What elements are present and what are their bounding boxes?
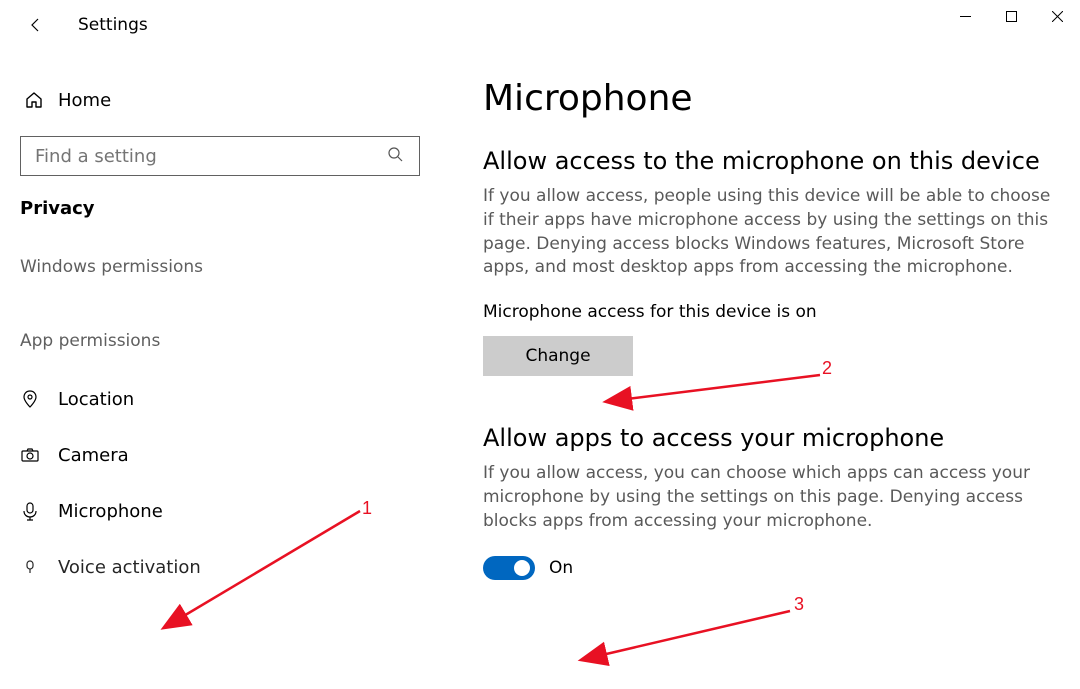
nav-voice-activation-label: Voice activation [58, 557, 201, 578]
nav-voice-activation[interactable]: Voice activation [14, 543, 435, 591]
toggle-row: On [483, 556, 1056, 580]
section2-title: Allow apps to access your microphone [483, 424, 1056, 452]
nav-location[interactable]: Location [14, 375, 435, 423]
window-title: Settings [78, 15, 148, 35]
nav-camera-label: Camera [58, 445, 129, 466]
section2-body: If you allow access, you can choose whic… [483, 462, 1056, 533]
section1-body: If you allow access, people using this d… [483, 185, 1056, 280]
content-area: Microphone Allow access to the microphon… [435, 50, 1080, 689]
titlebar: Settings [0, 0, 1080, 50]
page-title: Microphone [483, 78, 1056, 119]
camera-icon [20, 445, 52, 465]
nav-home[interactable]: Home [20, 78, 435, 122]
nav-home-label: Home [58, 90, 111, 111]
close-button[interactable] [1034, 0, 1080, 32]
nav-location-label: Location [58, 389, 134, 410]
nav-microphone-label: Microphone [58, 501, 163, 522]
window-controls [942, 0, 1080, 32]
settings-category: Privacy [20, 198, 435, 219]
search-input[interactable] [20, 136, 420, 176]
microphone-icon [20, 501, 52, 521]
section1-title: Allow access to the microphone on this d… [483, 147, 1056, 175]
nav-camera[interactable]: Camera [14, 431, 435, 479]
maximize-button[interactable] [988, 0, 1034, 32]
change-button[interactable]: Change [483, 336, 633, 376]
group-windows-permissions: Windows permissions [20, 257, 435, 277]
search-field[interactable] [35, 146, 387, 167]
section1-status: Microphone access for this device is on [483, 302, 1056, 322]
back-button[interactable] [22, 11, 50, 39]
home-icon [20, 90, 48, 110]
location-icon [20, 389, 52, 409]
allow-apps-toggle[interactable] [483, 556, 535, 580]
group-app-permissions: App permissions [20, 331, 435, 351]
sidebar: Home Privacy Windows permissions App per… [0, 50, 435, 689]
search-icon [387, 146, 405, 166]
nav-microphone[interactable]: Microphone [14, 487, 435, 535]
minimize-button[interactable] [942, 0, 988, 32]
voice-activation-icon [20, 557, 52, 577]
toggle-label: On [549, 558, 573, 578]
